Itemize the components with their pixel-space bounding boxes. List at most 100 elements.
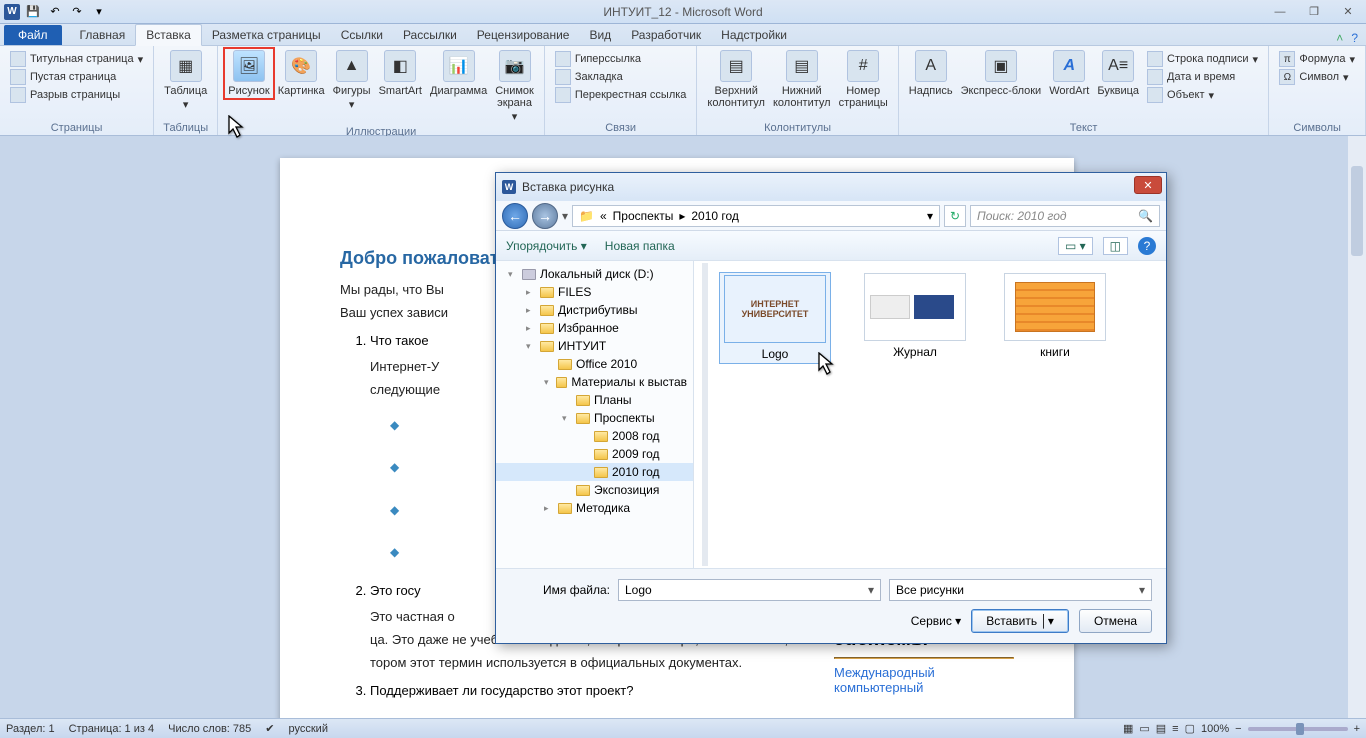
view-read-icon[interactable]: ▭: [1139, 722, 1149, 735]
picture-button[interactable]: 🖼Рисунок: [224, 48, 274, 99]
minimize-button[interactable]: —: [1268, 5, 1292, 19]
tab-view[interactable]: Вид: [579, 25, 621, 45]
quickparts-button[interactable]: ▣Экспресс-блоки: [957, 48, 1046, 99]
cover-page-button[interactable]: Титульная страница ▾: [10, 51, 143, 67]
file-item-logo[interactable]: ИНТЕРНЕТ УНИВЕРСИТЕТ Logo: [720, 273, 830, 363]
zoom-slider[interactable]: [1248, 727, 1348, 731]
datetime-button[interactable]: Дата и время: [1147, 69, 1258, 85]
cancel-button[interactable]: Отмена: [1079, 609, 1152, 633]
file-item-journal[interactable]: Журнал: [860, 273, 970, 359]
table-button[interactable]: ▦Таблица▾: [160, 48, 211, 113]
tree-drive[interactable]: ▾Локальный диск (D:): [496, 265, 693, 283]
view-outline-icon[interactable]: ≡: [1172, 723, 1178, 735]
search-icon[interactable]: 🔍: [1138, 209, 1153, 223]
dropcap-button[interactable]: A≡Буквица: [1093, 48, 1143, 99]
chart-button[interactable]: 📊Диаграмма: [426, 48, 491, 99]
bookmark-button[interactable]: Закладка: [555, 69, 687, 85]
zoom-value[interactable]: 100%: [1201, 723, 1229, 735]
zoom-out-button[interactable]: −: [1235, 723, 1241, 735]
symbol-button[interactable]: ΩСимвол ▾: [1279, 69, 1355, 85]
view-web-icon[interactable]: ▤: [1156, 722, 1166, 735]
tab-insert[interactable]: Вставка: [135, 24, 202, 46]
view-print-icon[interactable]: ▦: [1123, 722, 1133, 735]
file-tab[interactable]: Файл: [4, 25, 62, 45]
status-page[interactable]: Страница: 1 из 4: [69, 723, 155, 735]
status-section[interactable]: Раздел: 1: [6, 723, 55, 735]
nav-dd-icon[interactable]: ▾: [562, 209, 568, 223]
page-number-button[interactable]: #Номер страницы: [835, 48, 892, 111]
forward-button[interactable]: →: [532, 203, 558, 229]
wordart-button[interactable]: AWordArt: [1045, 48, 1093, 99]
crumb-2[interactable]: 2010 год: [691, 209, 739, 223]
tree-item[interactable]: ▾Материалы к выстав: [496, 373, 693, 391]
status-words[interactable]: Число слов: 785: [168, 723, 251, 735]
page-break-button[interactable]: Разрыв страницы: [10, 87, 143, 103]
clipart-button[interactable]: 🎨Картинка: [274, 48, 329, 99]
crumb-1[interactable]: Проспекты: [613, 209, 674, 223]
undo-icon[interactable]: ↶: [46, 3, 64, 21]
new-folder-button[interactable]: Новая папка: [605, 239, 675, 253]
crumb-dd-icon[interactable]: ▾: [927, 209, 933, 223]
help-icon[interactable]: ?: [1351, 31, 1358, 45]
tree-item[interactable]: Планы: [496, 391, 693, 409]
tools-button[interactable]: Сервис ▾: [911, 614, 961, 628]
smartart-button[interactable]: ◧SmartArt: [375, 48, 426, 99]
equation-button[interactable]: πФормула ▾: [1279, 51, 1355, 67]
preview-button[interactable]: ◫: [1103, 237, 1128, 255]
shapes-button[interactable]: ▲Фигуры▾: [329, 48, 375, 113]
tree-item[interactable]: ▸Методика: [496, 499, 693, 517]
redo-icon[interactable]: ↷: [68, 3, 86, 21]
file-filter[interactable]: Все рисунки: [889, 579, 1152, 601]
tree-item[interactable]: 2008 год: [496, 427, 693, 445]
header-button[interactable]: ▤Верхний колонтитул: [703, 48, 769, 111]
tab-review[interactable]: Рецензирование: [467, 25, 580, 45]
folder-tree[interactable]: ▾Локальный диск (D:) ▸FILES ▸Дистрибутив…: [496, 261, 694, 568]
textbox-button[interactable]: AНадпись: [905, 48, 957, 99]
insert-button[interactable]: Вставить │▾: [971, 609, 1069, 633]
tree-item[interactable]: ▸Избранное: [496, 319, 693, 337]
breadcrumb[interactable]: 📁 « Проспекты ▸ 2010 год ▾: [572, 205, 940, 227]
back-button[interactable]: ←: [502, 203, 528, 229]
view-button[interactable]: ▭ ▾: [1058, 237, 1093, 255]
tab-developer[interactable]: Разработчик: [621, 25, 711, 45]
search-input[interactable]: Поиск: 2010 год 🔍: [970, 205, 1160, 227]
footer-button[interactable]: ▤Нижний колонтитул: [769, 48, 835, 111]
tab-references[interactable]: Ссылки: [331, 25, 393, 45]
tree-item[interactable]: ▸FILES: [496, 283, 693, 301]
files-scrollbar[interactable]: [702, 263, 708, 566]
minimize-ribbon-icon[interactable]: ˄: [1336, 31, 1343, 45]
hyperlink-button[interactable]: Гиперссылка: [555, 51, 687, 67]
blank-page-button[interactable]: Пустая страница: [10, 69, 143, 85]
tree-item[interactable]: Экспозиция: [496, 481, 693, 499]
scroll-thumb[interactable]: [1351, 166, 1363, 256]
help-icon[interactable]: ?: [1138, 237, 1156, 255]
view-draft-icon[interactable]: ▢: [1185, 722, 1195, 735]
signature-button[interactable]: Строка подписи ▾: [1147, 51, 1258, 67]
close-button[interactable]: ✕: [1336, 5, 1360, 19]
tree-item-selected[interactable]: 2010 год: [496, 463, 693, 481]
tab-home[interactable]: Главная: [70, 25, 136, 45]
vertical-scrollbar[interactable]: [1348, 136, 1366, 718]
organize-button[interactable]: Упорядочить ▾: [506, 239, 587, 253]
object-button[interactable]: Объект ▾: [1147, 87, 1258, 103]
file-item-books[interactable]: книги: [1000, 273, 1110, 359]
tab-layout[interactable]: Разметка страницы: [202, 25, 331, 45]
tab-addins[interactable]: Надстройки: [711, 25, 797, 45]
status-lang[interactable]: русский: [289, 723, 328, 735]
tree-item[interactable]: ▸Дистрибутивы: [496, 301, 693, 319]
dialog-close-button[interactable]: ✕: [1134, 176, 1162, 194]
tree-item[interactable]: ▾ИНТУИТ: [496, 337, 693, 355]
maximize-button[interactable]: ❐: [1302, 5, 1326, 19]
screenshot-button[interactable]: 📷Снимок экрана▾: [491, 48, 538, 125]
save-icon[interactable]: 💾: [24, 3, 42, 21]
status-proof-icon[interactable]: ✔: [265, 722, 274, 735]
tab-mailings[interactable]: Рассылки: [393, 25, 467, 45]
crossref-button[interactable]: Перекрестная ссылка: [555, 87, 687, 103]
file-list[interactable]: ИНТЕРНЕТ УНИВЕРСИТЕТ Logo Журнал книги: [694, 261, 1166, 568]
qat-more-icon[interactable]: ▾: [90, 3, 108, 21]
tree-item[interactable]: ▾Проспекты: [496, 409, 693, 427]
refresh-button[interactable]: ↻: [944, 205, 966, 227]
filename-input[interactable]: Logo: [618, 579, 881, 601]
zoom-in-button[interactable]: +: [1354, 723, 1360, 735]
tree-item[interactable]: 2009 год: [496, 445, 693, 463]
